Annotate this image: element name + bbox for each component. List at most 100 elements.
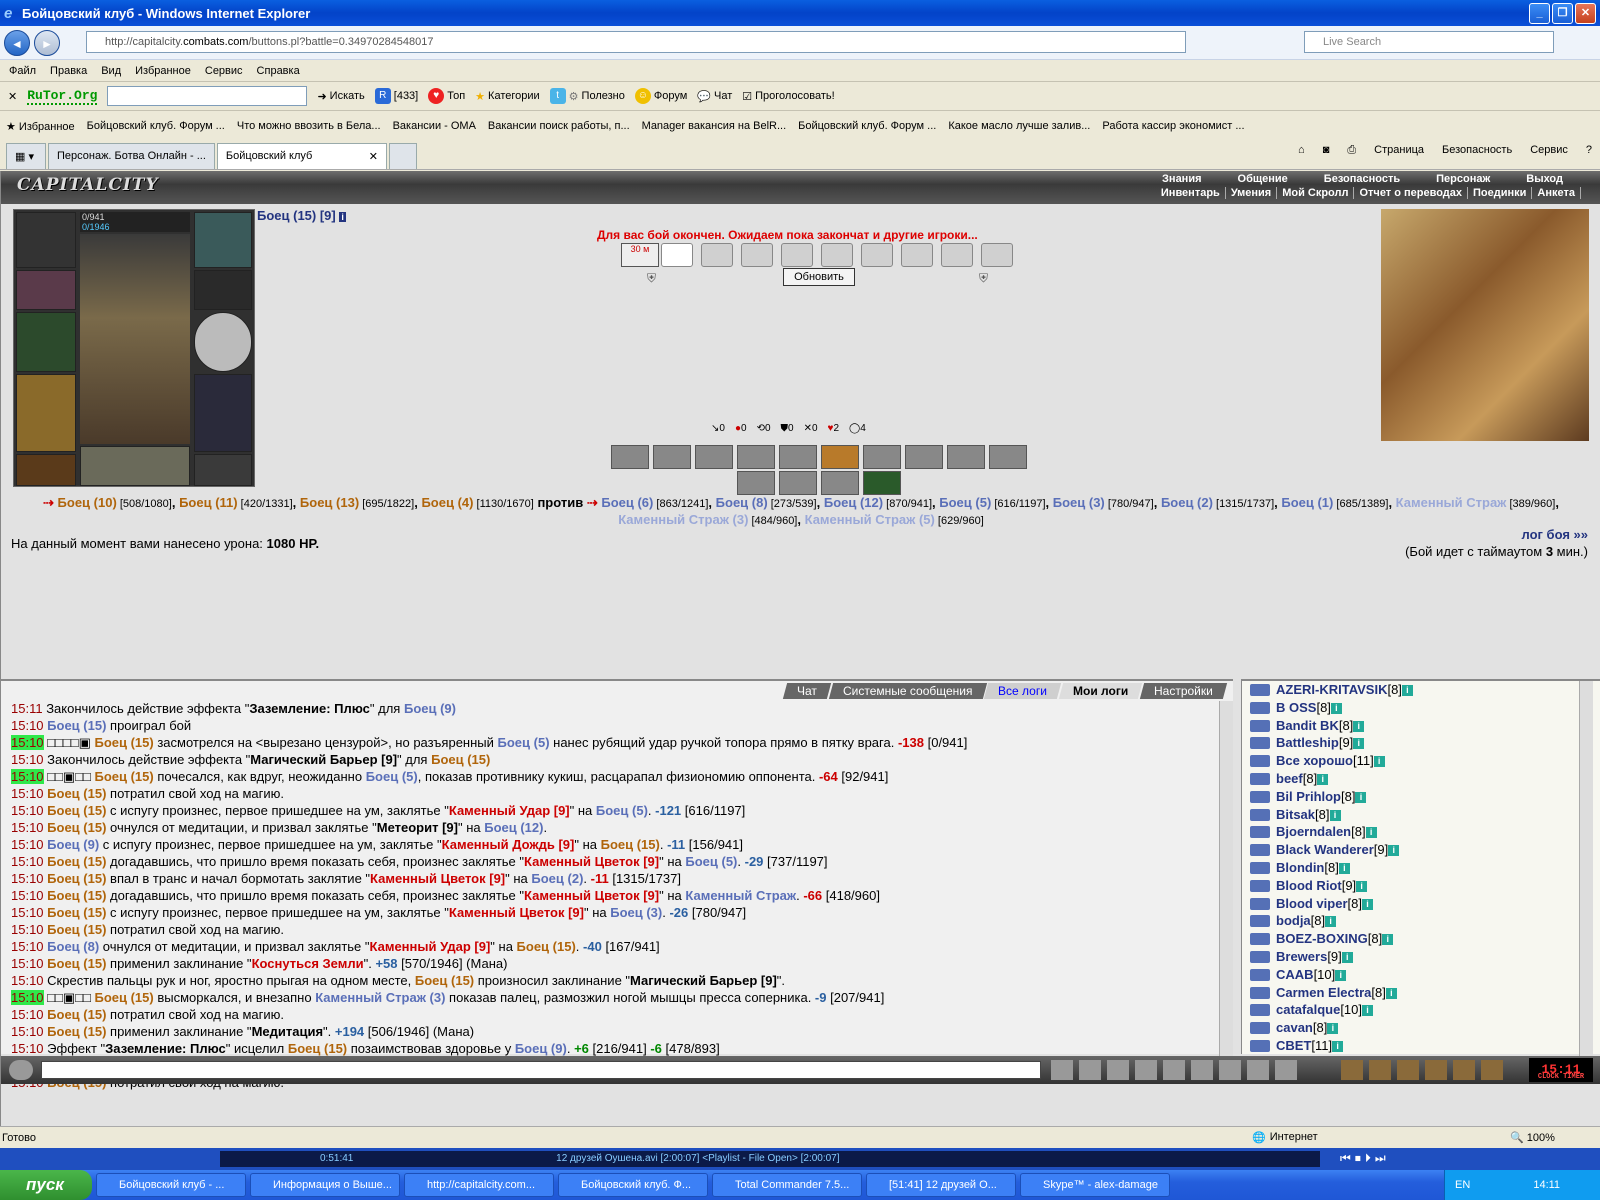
new-tab-button[interactable]: [388, 143, 417, 169]
close-toolbar-icon[interactable]: ✕: [8, 90, 17, 103]
private-message-icon[interactable]: [1250, 755, 1270, 768]
start-button[interactable]: пуск: [0, 1170, 92, 1200]
user-name[interactable]: Blood viper: [1276, 896, 1348, 911]
filter-icon[interactable]: [1107, 1060, 1129, 1080]
menu-item-3[interactable]: Избранное: [135, 65, 191, 77]
user-name[interactable]: beef: [1276, 771, 1303, 786]
game-menu-2[interactable]: Безопасность: [1306, 173, 1418, 185]
game-menu-1[interactable]: Общение: [1220, 173, 1306, 185]
private-message-icon[interactable]: [1250, 897, 1270, 910]
sound-icon[interactable]: [1219, 1060, 1241, 1080]
forward-button[interactable]: ►: [34, 29, 60, 56]
private-message-icon[interactable]: [1250, 826, 1270, 839]
action-icon-5[interactable]: [1453, 1060, 1475, 1080]
url-field[interactable]: http://capitalcity.combats.com/buttons.p…: [86, 31, 1186, 53]
chat-tab-2[interactable]: Все логи: [983, 683, 1062, 699]
quick-tabs-button[interactable]: ▦ ▾: [6, 143, 46, 169]
user-list-item[interactable]: Blood viper[8] i: [1242, 895, 1600, 913]
game-submenu-2[interactable]: Мой Скролл: [1277, 187, 1355, 199]
user-list-item[interactable]: Bil Prihlop[8] i: [1242, 788, 1600, 806]
skill-13[interactable]: [821, 471, 859, 495]
toolbar-search-input[interactable]: [107, 86, 308, 106]
user-info-icon[interactable]: i: [1317, 774, 1329, 786]
boots-slot[interactable]: [194, 454, 252, 486]
user-name[interactable]: AZERI-KRITAVSIK: [1276, 682, 1387, 697]
user-info-icon[interactable]: i: [1365, 827, 1377, 839]
prev-icon[interactable]: ⏮: [1340, 1151, 1351, 1166]
page-menu[interactable]: Страница: [1374, 144, 1424, 157]
favorite-link-7[interactable]: Какое масло лучше залив...: [948, 120, 1090, 132]
exit-icon[interactable]: [1481, 1060, 1503, 1080]
user-list-item[interactable]: Black Wanderer[9] i: [1242, 841, 1600, 859]
action-icon-1[interactable]: [1341, 1060, 1363, 1080]
user-info-icon[interactable]: i: [1332, 1041, 1344, 1052]
team2-fighter[interactable]: Каменный Страж (3): [618, 512, 748, 527]
amulet-slot[interactable]: [194, 212, 252, 268]
user-list-item[interactable]: BOEZ-BOXING[8] i: [1242, 930, 1600, 948]
private-message-icon[interactable]: [1250, 701, 1270, 714]
user-list-item[interactable]: B OSS[8] i: [1242, 699, 1600, 717]
smile-icon[interactable]: [9, 1060, 33, 1080]
skill-14[interactable]: [863, 471, 901, 495]
help-icon[interactable]: ?: [1586, 144, 1592, 157]
user-info-icon[interactable]: i: [1327, 1023, 1339, 1035]
favorites-button[interactable]: ★ Избранное: [6, 120, 75, 133]
skill-12[interactable]: [779, 471, 817, 495]
favorite-link-1[interactable]: Бойцовский клуб. Форум ...: [87, 120, 225, 132]
vote-button[interactable]: ☑ Проголосовать!: [742, 90, 835, 103]
user-name[interactable]: Bjoerndalen: [1276, 824, 1351, 839]
user-list-item[interactable]: catafalque[10] i: [1242, 1001, 1600, 1019]
user-name[interactable]: Blood Riot: [1276, 878, 1342, 893]
skill-1[interactable]: [611, 445, 649, 469]
private-message-icon[interactable]: [1250, 808, 1270, 821]
user-list-item[interactable]: beef[8] i: [1242, 770, 1600, 788]
user-name[interactable]: Brewers: [1276, 949, 1327, 964]
character-name[interactable]: Боец (15) [9] i: [257, 208, 346, 223]
skill-3[interactable]: [695, 445, 733, 469]
game-menu-3[interactable]: Персонаж: [1418, 173, 1508, 185]
user-list-item[interactable]: CBET[11] i: [1242, 1037, 1600, 1055]
info-icon[interactable]: i: [339, 212, 346, 222]
menu-item-0[interactable]: Файл: [9, 65, 36, 77]
tools-menu[interactable]: Сервис: [1530, 144, 1568, 157]
private-message-icon[interactable]: [1250, 790, 1270, 803]
user-info-icon[interactable]: i: [1325, 916, 1337, 928]
menu-item-4[interactable]: Сервис: [205, 65, 243, 77]
team1-fighter[interactable]: Боец (11): [179, 495, 238, 510]
private-message-icon[interactable]: [1250, 968, 1270, 981]
menu-item-2[interactable]: Вид: [101, 65, 121, 77]
user-list-item[interactable]: CAAB[10] i: [1242, 966, 1600, 984]
user-name[interactable]: B OSS: [1276, 700, 1316, 715]
stop-icon[interactable]: ⏹: [1355, 1151, 1361, 1166]
next-icon[interactable]: ⏭: [1375, 1151, 1386, 1166]
private-message-icon[interactable]: [1250, 772, 1270, 785]
menu-item-1[interactable]: Правка: [50, 65, 87, 77]
chat-scrollbar[interactable]: [1219, 701, 1233, 1056]
private-message-icon[interactable]: [1250, 719, 1270, 732]
action-icon-2[interactable]: [1369, 1060, 1391, 1080]
skill-11[interactable]: [737, 471, 775, 495]
private-message-icon[interactable]: [1250, 986, 1270, 999]
user-info-icon[interactable]: i: [1335, 969, 1347, 981]
game-submenu-0[interactable]: Инвентарь: [1156, 187, 1226, 199]
user-info-icon[interactable]: i: [1356, 880, 1368, 892]
user-name[interactable]: Blondin: [1276, 860, 1324, 875]
favorite-link-5[interactable]: Manager вакансия на BelR...: [642, 120, 786, 132]
chat-tab-1[interactable]: Системные сообщения: [828, 683, 987, 699]
user-name[interactable]: Carmen Electra: [1276, 985, 1371, 1000]
user-name[interactable]: Bil Prihlop: [1276, 789, 1341, 804]
user-name[interactable]: bodja: [1276, 913, 1311, 928]
skill-9[interactable]: [947, 445, 985, 469]
media-player-bar[interactable]: 0:51:41 12 друзей Оушена.avi [2:00:07] <…: [220, 1151, 1320, 1167]
private-message-icon[interactable]: [1250, 915, 1270, 928]
translit-icon[interactable]: [1191, 1060, 1213, 1080]
private-message-icon[interactable]: [1250, 1022, 1270, 1035]
taskbar-task[interactable]: [51:41] 12 друзей О...: [866, 1173, 1016, 1197]
user-list-item[interactable]: AZERI-KRITAVSIK[8] i: [1242, 681, 1600, 699]
user-info-icon[interactable]: i: [1388, 845, 1400, 857]
opponent-card[interactable]: [661, 243, 693, 267]
game-submenu-5[interactable]: Анкета: [1532, 187, 1581, 199]
user-list-item[interactable]: Bandit BK[8] i: [1242, 717, 1600, 735]
user-name[interactable]: CAAB: [1276, 967, 1314, 982]
forum-button[interactable]: ☺ Форум: [634, 88, 687, 104]
